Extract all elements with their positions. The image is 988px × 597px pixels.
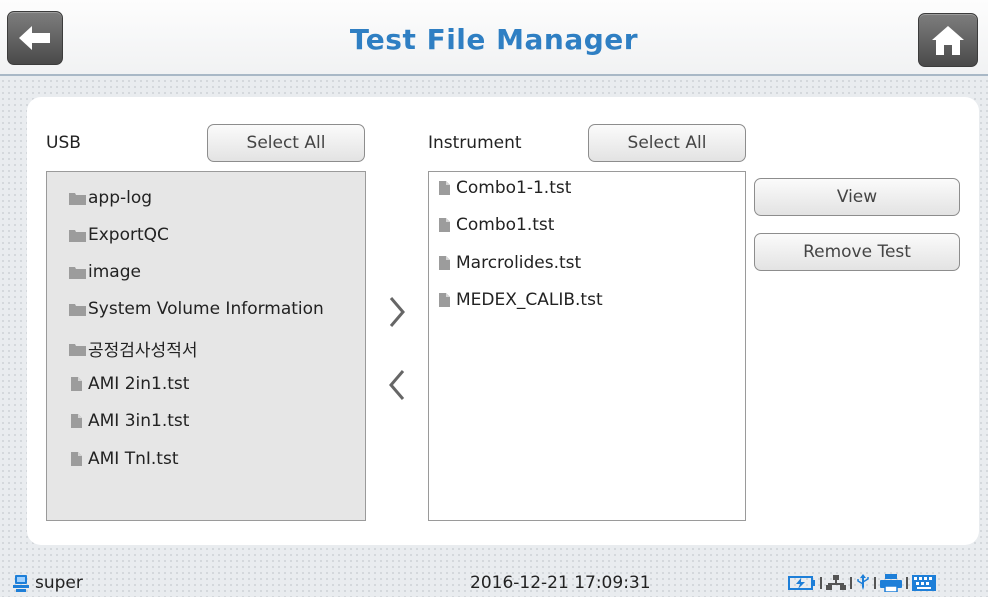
instrument-item-name: Combo1.tst xyxy=(456,215,555,235)
folder-icon xyxy=(69,191,86,205)
usb-file-list[interactable]: app-log ExportQC image System Volume Inf… xyxy=(46,171,366,521)
status-bar: super 2016-12-21 17:09:31 xyxy=(0,566,988,597)
tray-separator xyxy=(820,577,822,589)
usb-item-name: 공정검사성적서 xyxy=(88,341,198,361)
file-icon xyxy=(437,256,454,270)
instrument-item-name: Marcrolides.tst xyxy=(456,253,582,273)
usb-item-name: AMI TnI.tst xyxy=(88,449,179,469)
usb-item-name: System Volume Information xyxy=(88,299,324,319)
usb-list-item[interactable]: app-log xyxy=(69,188,152,208)
printer-icon xyxy=(880,574,902,592)
usb-list-item[interactable]: AMI 2in1.tst xyxy=(69,374,189,394)
usb-list-item[interactable]: 공정검사성적서 xyxy=(69,336,197,361)
folder-icon xyxy=(69,265,86,279)
instrument-label: Instrument xyxy=(428,133,522,153)
user-name: super xyxy=(35,573,83,593)
usb-list-item[interactable]: image xyxy=(69,262,141,282)
system-tray xyxy=(788,572,936,594)
file-icon xyxy=(69,452,86,466)
chevron-left-icon[interactable] xyxy=(384,365,410,405)
usb-item-name: image xyxy=(88,262,141,282)
user-icon xyxy=(13,575,29,592)
usb-list-item[interactable]: ExportQC xyxy=(69,225,169,245)
file-icon xyxy=(69,377,86,391)
remove-test-button[interactable]: Remove Test xyxy=(754,233,960,271)
view-button[interactable]: View xyxy=(754,178,960,216)
usb-label: USB xyxy=(46,133,81,153)
instrument-select-all-button[interactable]: Select All xyxy=(588,124,746,162)
usb-select-all-button[interactable]: Select All xyxy=(207,124,365,162)
user-indicator: super xyxy=(12,573,83,593)
file-icon xyxy=(437,293,454,307)
folder-icon xyxy=(69,228,86,242)
usb-icon xyxy=(857,574,869,590)
battery-charging-icon xyxy=(788,576,815,590)
tray-separator xyxy=(906,577,908,589)
usb-list-item[interactable]: AMI TnI.tst xyxy=(69,449,178,469)
usb-list-item[interactable]: System Volume Information xyxy=(69,299,324,319)
page-title: Test File Manager xyxy=(349,23,639,56)
header-bar: Test File Manager xyxy=(0,0,988,76)
chevron-right-icon[interactable] xyxy=(384,292,410,332)
folder-icon xyxy=(69,302,86,316)
usb-list-item[interactable]: AMI 3in1.tst xyxy=(69,411,189,431)
file-icon xyxy=(437,181,454,195)
home-icon xyxy=(932,26,964,55)
usb-item-name: AMI 2in1.tst xyxy=(88,374,190,394)
network-icon xyxy=(826,575,846,590)
file-icon xyxy=(69,414,86,428)
instrument-list-item[interactable]: Marcrolides.tst xyxy=(437,253,581,273)
file-manager-panel: USB Select All Instrument Select All app… xyxy=(27,97,979,545)
instrument-list-item[interactable]: MEDEX_CALIB.tst xyxy=(437,290,603,310)
instrument-list-item[interactable]: Combo1-1.tst xyxy=(437,178,571,198)
tray-separator xyxy=(874,577,876,589)
instrument-item-name: MEDEX_CALIB.tst xyxy=(456,290,603,310)
usb-item-name: AMI 3in1.tst xyxy=(88,411,190,431)
instrument-file-list[interactable]: Combo1-1.tst Combo1.tst Marcrolides.tst … xyxy=(428,171,746,521)
datetime: 2016-12-21 17:09:31 xyxy=(470,573,651,593)
tray-separator xyxy=(850,577,852,589)
usb-item-name: app-log xyxy=(88,188,153,208)
folder-icon xyxy=(69,342,86,356)
home-button[interactable] xyxy=(918,13,978,67)
instrument-item-name: Combo1-1.tst xyxy=(456,178,572,198)
usb-item-name: ExportQC xyxy=(88,225,169,245)
keyboard-icon xyxy=(912,575,936,591)
file-icon xyxy=(437,218,454,232)
instrument-list-item[interactable]: Combo1.tst xyxy=(437,215,554,235)
